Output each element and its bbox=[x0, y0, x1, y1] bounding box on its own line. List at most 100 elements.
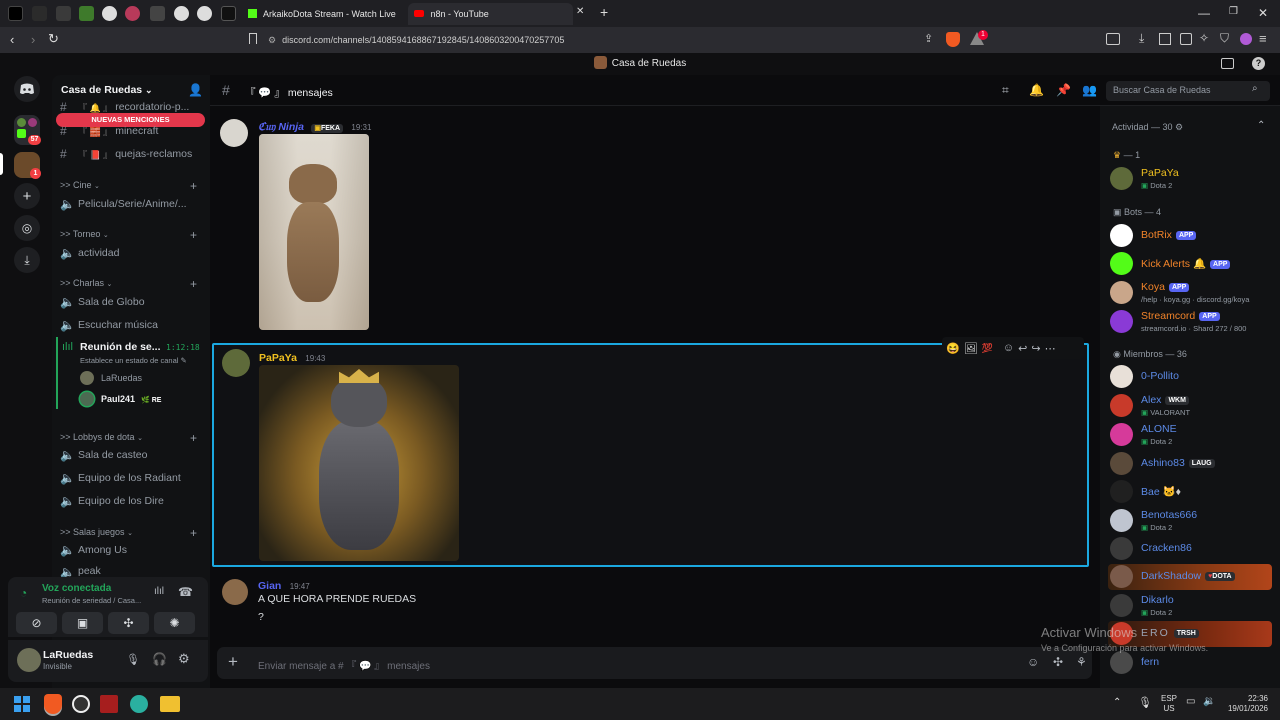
vpn-icon[interactable]: ⛉ bbox=[1220, 31, 1229, 46]
pinned-tab-icon[interactable] bbox=[56, 6, 71, 21]
network-icon[interactable]: ▭ bbox=[1186, 696, 1195, 707]
highlighted-message[interactable]: PaPaYa 19:43 😆 🖼 💯 ☺ ↩ ↪ ⋯ bbox=[212, 337, 1089, 567]
activities-button[interactable]: ✣ bbox=[108, 612, 149, 634]
member-darkshadow[interactable]: DarkShadow ♥DOTA bbox=[1110, 562, 1275, 592]
voice-channel-actividad[interactable]: 🔈 actividad bbox=[60, 243, 205, 263]
voice-channel-peak[interactable]: 🔈 peak bbox=[60, 565, 205, 577]
channel-minecraft[interactable]: # 『 🧱 』 minecraft bbox=[60, 122, 205, 140]
voice-user[interactable]: LaRuedas bbox=[101, 373, 142, 383]
category-charlas[interactable]: >> Charlas ⌄ + bbox=[60, 277, 205, 292]
create-channel-icon[interactable]: + bbox=[190, 179, 197, 193]
pin-icon[interactable]: 📌 bbox=[1056, 83, 1071, 97]
muted-tab-icon[interactable] bbox=[150, 6, 165, 21]
message-author[interactable]: PaPaYa bbox=[259, 352, 297, 364]
wallet-icon[interactable] bbox=[1180, 33, 1192, 45]
settings-icon[interactable]: ⚙ bbox=[178, 651, 190, 667]
signal-icon[interactable]: ◔ bbox=[20, 586, 27, 600]
more-options-icon[interactable]: ⋯ bbox=[1045, 342, 1056, 355]
category-juegos[interactable]: >> Salas juegos ⌄ + bbox=[60, 526, 205, 541]
back-icon[interactable]: ‹ bbox=[10, 32, 14, 47]
camera-off-button[interactable]: ⊘ bbox=[16, 612, 57, 634]
server-name[interactable]: Casa de Ruedas ⌄ bbox=[61, 84, 153, 96]
add-server-button[interactable]: + bbox=[14, 183, 40, 209]
member-ashino83[interactable]: Ashino83 LAUG bbox=[1110, 449, 1275, 479]
apps-icon[interactable]: ✣ bbox=[1053, 655, 1063, 669]
message-author[interactable]: Gian bbox=[258, 580, 281, 592]
brave-taskbar-icon[interactable] bbox=[44, 694, 62, 714]
voice-channel-dire[interactable]: 🔈 Equipo de los Dire bbox=[60, 491, 205, 511]
noise-suppression-icon[interactable]: ılıl bbox=[154, 586, 164, 597]
member-bae[interactable]: Bae 🐱♦ bbox=[1110, 477, 1275, 507]
gift-icon[interactable]: ⚘ bbox=[1076, 655, 1087, 669]
clock[interactable]: 22:36 19/01/2026 bbox=[1226, 694, 1268, 714]
bookmark-icon[interactable] bbox=[249, 33, 257, 44]
forward-icon[interactable]: ↪ bbox=[1031, 342, 1040, 355]
discover-button[interactable]: ◎ bbox=[14, 215, 40, 241]
chrome-tab-icon[interactable] bbox=[197, 6, 212, 21]
reaction-100-icon[interactable]: 💯 bbox=[982, 343, 993, 354]
notification-bell-icon[interactable]: 🔔 bbox=[1029, 83, 1044, 97]
category-torneo[interactable]: >> Torneo ⌄ + bbox=[60, 228, 205, 243]
muscular-hippo-image[interactable] bbox=[259, 365, 459, 561]
search-input[interactable]: Buscar Casa de Ruedas bbox=[1113, 85, 1211, 95]
chevron-up-icon[interactable]: ⌃ bbox=[1257, 120, 1265, 131]
create-channel-icon[interactable]: + bbox=[190, 228, 197, 242]
avatar[interactable] bbox=[222, 579, 248, 605]
reload-icon[interactable]: ↻ bbox=[48, 31, 59, 47]
download-apps-button[interactable]: ⤓ bbox=[14, 247, 40, 273]
user-name[interactable]: LaRuedas bbox=[43, 649, 93, 661]
tray-chevron-icon[interactable]: ⌃ bbox=[1113, 697, 1121, 708]
member-alone[interactable]: ALONE ▣ Dota 2 bbox=[1110, 420, 1275, 450]
url-field[interactable]: ⚙ discord.com/channels/140859416886719284… bbox=[268, 30, 908, 50]
invite-icon[interactable]: 👤 bbox=[188, 83, 203, 97]
volume-icon[interactable]: 🔉 bbox=[1203, 696, 1215, 707]
member-0-pollito[interactable]: 0-Pollito bbox=[1110, 362, 1275, 392]
create-channel-icon[interactable]: + bbox=[190, 277, 197, 291]
close-tab-icon[interactable]: ✕ bbox=[576, 6, 584, 17]
voice-status[interactable]: Voz conectada bbox=[42, 583, 111, 594]
attach-plus-icon[interactable]: + bbox=[228, 652, 238, 672]
chrome-tab-icon[interactable] bbox=[174, 6, 189, 21]
create-channel-icon[interactable]: + bbox=[190, 526, 197, 540]
voice-channel-peliculas[interactable]: 🔈 Pelicula/Serie/Anime/... bbox=[60, 194, 205, 214]
brave-shield-icon[interactable] bbox=[946, 32, 960, 47]
inbox-icon[interactable] bbox=[1221, 58, 1234, 69]
disconnect-icon[interactable]: ☎ bbox=[178, 585, 193, 599]
voice-channel-escuchar-musica[interactable]: 🔈 Escuchar música bbox=[60, 315, 205, 335]
sidebar-icon[interactable] bbox=[1159, 33, 1171, 45]
reaction-emoji-icon[interactable]: 😆 bbox=[946, 342, 960, 355]
emoji-icon[interactable]: ☺ bbox=[1027, 655, 1039, 669]
voice-user[interactable]: Paul241 🌿 RE bbox=[101, 394, 161, 404]
voice-channel-radiant[interactable]: 🔈 Equipo de los Radiant bbox=[60, 468, 205, 488]
avatar[interactable] bbox=[17, 648, 41, 672]
screen-share-button[interactable]: ▣ bbox=[62, 612, 103, 634]
pinned-tab-icon[interactable] bbox=[32, 6, 47, 21]
direct-messages-button[interactable] bbox=[14, 76, 40, 102]
reply-icon[interactable]: ↩ bbox=[1018, 342, 1027, 355]
tab-kick[interactable]: ArkaikoDota Stream - Watch Live bbox=[248, 3, 408, 25]
channel-recordatorio[interactable]: # 『 🔔 』 recordatorio-p... bbox=[60, 100, 205, 114]
forward-icon[interactable]: › bbox=[31, 32, 35, 47]
category-cine[interactable]: >> Cine ⌄ + bbox=[60, 179, 205, 194]
member-koya[interactable]: Koya APP/help · koya.gg · discord.gg/koya bbox=[1110, 278, 1275, 308]
avatar[interactable] bbox=[220, 119, 248, 147]
language-indicator[interactable]: ESP US bbox=[1161, 694, 1177, 714]
member-benotas666[interactable]: Benotas666 ▣ Dota 2 bbox=[1110, 506, 1275, 536]
menu-icon[interactable]: ≡ bbox=[1259, 31, 1267, 46]
member-cracken86[interactable]: Cracken86 bbox=[1110, 534, 1275, 564]
voice-channel-among-us[interactable]: 🔈 Among Us bbox=[60, 540, 205, 560]
threads-icon[interactable]: ⌗ bbox=[1002, 83, 1009, 98]
member-list-icon[interactable]: 👥 bbox=[1082, 83, 1097, 97]
chrome-tab-icon[interactable] bbox=[102, 6, 117, 21]
app-taskbar-icon[interactable] bbox=[130, 695, 148, 713]
search-box[interactable]: Buscar Casa de Ruedas ⌕ bbox=[1106, 81, 1270, 101]
member-papaya[interactable]: PaPaYa ▣ Dota 2 bbox=[1110, 164, 1275, 194]
channel-quejas-reclamos[interactable]: # 『 📕 』 quejas-reclamos bbox=[60, 144, 205, 164]
active-voice-channel[interactable]: ılıl Reunión de se... 1:12:18 Establece … bbox=[56, 337, 205, 409]
avatar[interactable] bbox=[222, 349, 250, 377]
member-botrix[interactable]: BotRix APP bbox=[1110, 221, 1275, 251]
voice-channel-sala-globo[interactable]: 🔈 Sala de Globo bbox=[60, 292, 205, 312]
member-alex[interactable]: Alex WKM ▣ VALORANT bbox=[1110, 391, 1275, 421]
member-streamcord[interactable]: Streamcord APP streamcord.io · Shard 272 /… bbox=[1110, 307, 1275, 337]
tab-youtube[interactable]: n8n - YouTube bbox=[408, 3, 573, 25]
